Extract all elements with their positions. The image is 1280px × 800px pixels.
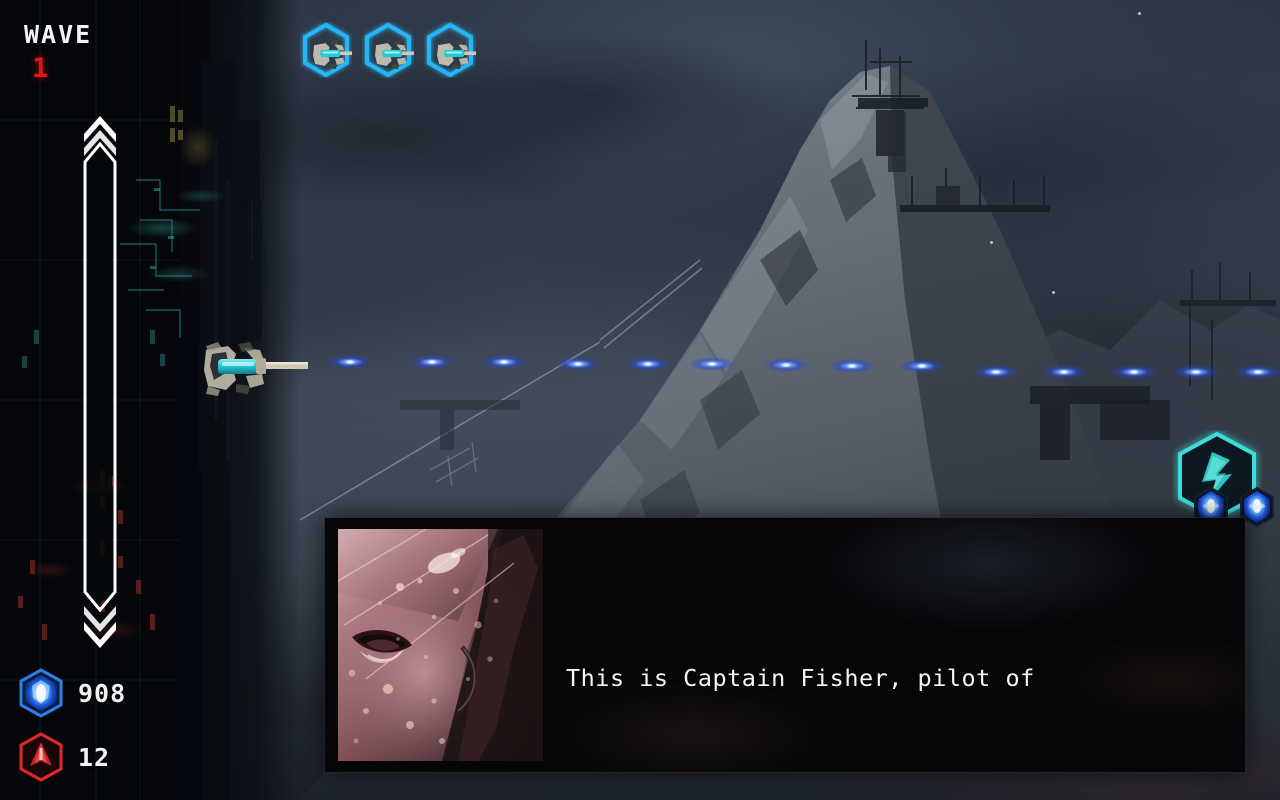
energy-bar [78, 104, 122, 650]
warhead-count: 12 [78, 742, 111, 772]
star-speck [990, 241, 993, 244]
blue-crystal-hex-icon [18, 668, 64, 718]
resource-crystal: 908 [18, 668, 126, 718]
lives-indicator [300, 22, 476, 78]
player-cannon[interactable] [202, 340, 310, 396]
cannon-hex-icon [424, 22, 476, 78]
game-screen: WAVE 1 908 12 This is Captain Fisher, pi… [0, 0, 1280, 800]
red-warhead-hex-icon [18, 732, 64, 782]
cannon-hex-icon [362, 22, 414, 78]
star-speck [1052, 291, 1055, 294]
star-speck [1138, 12, 1141, 15]
captain-fisher-portrait [338, 529, 543, 761]
dialogue-text: This is Captain Fisher, pilot of cannon … [566, 538, 1152, 800]
dialogue-box[interactable]: This is Captain Fisher, pilot of cannon … [325, 518, 1245, 772]
resource-warhead: 12 [18, 732, 126, 782]
cannon-hex-icon [300, 22, 352, 78]
wave-label: WAVE [24, 20, 93, 49]
dialogue-line-1: This is Captain Fisher, pilot of [566, 664, 1035, 692]
resource-panel: 908 12 [18, 668, 126, 782]
crystal-count: 908 [78, 678, 127, 708]
wave-number: 1 [32, 53, 49, 84]
wave-indicator: WAVE 1 [24, 22, 92, 82]
